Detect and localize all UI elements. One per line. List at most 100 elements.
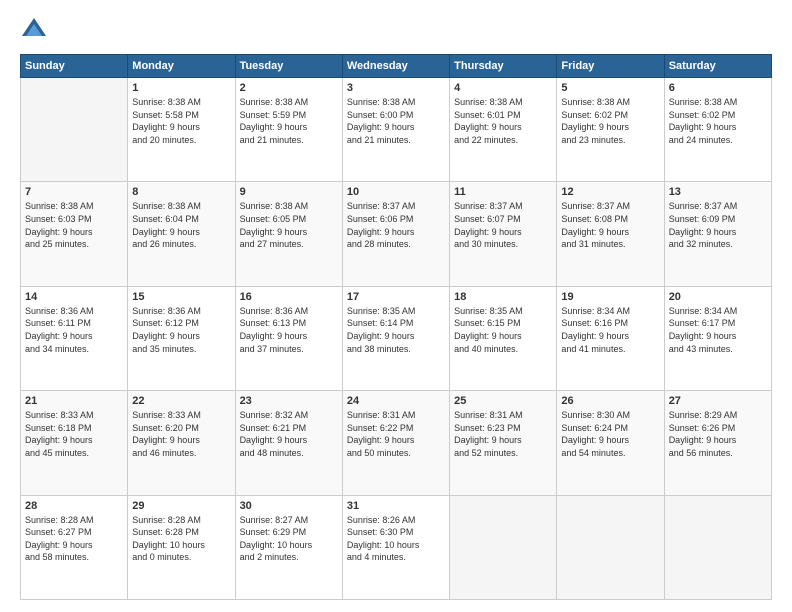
- day-cell: 3Sunrise: 8:38 AM Sunset: 6:00 PM Daylig…: [342, 78, 449, 182]
- day-cell: 26 Sunrise: 8:30 AM Sunset: 6:24 PM Dayli…: [557, 391, 664, 495]
- day-info: Sunrise: 8:37 AM Sunset: 6:08 PM Dayligh…: [561, 200, 659, 250]
- day-cell: 2 Sunrise: 8:38 AM Sunset: 5:59 PM Daylig…: [235, 78, 342, 182]
- day-number: 9: [240, 186, 338, 198]
- day-info: Sunrise: 8:31 AM Sunset: 6:22 PM Dayligh…: [347, 409, 445, 459]
- day-cell: 18 Sunrise: 8:35 AM Sunset: 6:15 PM Dayli…: [450, 286, 557, 390]
- day-info: Sunrise: 8:37 AM Sunset: 6:07 PM Dayligh…: [454, 200, 552, 250]
- day-info: Sunrise: 8:31 AM Sunset: 6:23 PM Dayligh…: [454, 409, 552, 459]
- logo-icon: [20, 16, 48, 44]
- day-number: 27: [669, 395, 767, 407]
- day-number: 1: [132, 82, 230, 94]
- day-info: Sunrise: 8:28 AM Sunset: 6:27 PM Dayligh…: [25, 514, 123, 564]
- header-cell-sunday: Sunday: [21, 55, 128, 78]
- day-cell: 8 Sunrise: 8:38 AM Sunset: 6:04 PM Daylig…: [128, 182, 235, 286]
- day-number: 11: [454, 186, 552, 198]
- week-row-3: 14 Sunrise: 8:36 AM Sunset: 6:11 PM Dayli…: [21, 286, 772, 390]
- day-info: Sunrise: 8:29 AM Sunset: 6:26 PM Dayligh…: [669, 409, 767, 459]
- day-info: Sunrise: 8:36 AM Sunset: 6:13 PM Dayligh…: [240, 305, 338, 355]
- day-info: Sunrise: 8:35 AM Sunset: 6:14 PM Dayligh…: [347, 305, 445, 355]
- day-info: Sunrise: 8:34 AM Sunset: 6:17 PM Dayligh…: [669, 305, 767, 355]
- calendar-table: SundayMondayTuesdayWednesdayThursdayFrid…: [20, 54, 772, 600]
- day-cell: 15 Sunrise: 8:36 AM Sunset: 6:12 PM Dayli…: [128, 286, 235, 390]
- day-number: 12: [561, 186, 659, 198]
- day-number: 25: [454, 395, 552, 407]
- day-number: 19: [561, 291, 659, 303]
- day-info: Sunrise: 8:37 AM Sunset: 6:09 PM Dayligh…: [669, 200, 767, 250]
- day-cell: 21Sunrise: 8:33 AM Sunset: 6:18 PM Dayli…: [21, 391, 128, 495]
- calendar-page: SundayMondayTuesdayWednesdayThursdayFrid…: [0, 0, 792, 612]
- day-info: Sunrise: 8:35 AM Sunset: 6:15 PM Dayligh…: [454, 305, 552, 355]
- header-cell-monday: Monday: [128, 55, 235, 78]
- day-number: 13: [669, 186, 767, 198]
- day-info: Sunrise: 8:32 AM Sunset: 6:21 PM Dayligh…: [240, 409, 338, 459]
- day-number: 18: [454, 291, 552, 303]
- day-info: Sunrise: 8:38 AM Sunset: 6:03 PM Dayligh…: [25, 200, 123, 250]
- day-info: Sunrise: 8:38 AM Sunset: 6:00 PM Dayligh…: [347, 96, 445, 146]
- day-info: Sunrise: 8:33 AM Sunset: 6:18 PM Dayligh…: [25, 409, 123, 459]
- day-number: 31: [347, 500, 445, 512]
- day-cell: 10Sunrise: 8:37 AM Sunset: 6:06 PM Dayli…: [342, 182, 449, 286]
- day-cell: 19 Sunrise: 8:34 AM Sunset: 6:16 PM Dayli…: [557, 286, 664, 390]
- day-number: 23: [240, 395, 338, 407]
- week-row-1: 1Sunrise: 8:38 AM Sunset: 5:58 PM Daylig…: [21, 78, 772, 182]
- header-cell-tuesday: Tuesday: [235, 55, 342, 78]
- day-cell: 27 Sunrise: 8:29 AM Sunset: 6:26 PM Dayli…: [664, 391, 771, 495]
- day-info: Sunrise: 8:38 AM Sunset: 6:04 PM Dayligh…: [132, 200, 230, 250]
- day-cell: 9 Sunrise: 8:38 AM Sunset: 6:05 PM Daylig…: [235, 182, 342, 286]
- day-info: Sunrise: 8:38 AM Sunset: 6:02 PM Dayligh…: [669, 96, 767, 146]
- day-cell: 4 Sunrise: 8:38 AM Sunset: 6:01 PM Daylig…: [450, 78, 557, 182]
- day-info: Sunrise: 8:38 AM Sunset: 6:05 PM Dayligh…: [240, 200, 338, 250]
- day-cell: 23 Sunrise: 8:32 AM Sunset: 6:21 PM Dayli…: [235, 391, 342, 495]
- day-info: Sunrise: 8:38 AM Sunset: 5:59 PM Dayligh…: [240, 96, 338, 146]
- week-row-4: 21Sunrise: 8:33 AM Sunset: 6:18 PM Dayli…: [21, 391, 772, 495]
- header-cell-thursday: Thursday: [450, 55, 557, 78]
- day-info: Sunrise: 8:27 AM Sunset: 6:29 PM Dayligh…: [240, 514, 338, 564]
- header-cell-saturday: Saturday: [664, 55, 771, 78]
- day-number: 2: [240, 82, 338, 94]
- day-cell: 29 Sunrise: 8:28 AM Sunset: 6:28 PM Dayli…: [128, 495, 235, 599]
- day-number: 15: [132, 291, 230, 303]
- logo: [20, 16, 52, 44]
- week-row-2: 7Sunrise: 8:38 AM Sunset: 6:03 PM Daylig…: [21, 182, 772, 286]
- day-cell: 24 Sunrise: 8:31 AM Sunset: 6:22 PM Dayli…: [342, 391, 449, 495]
- day-info: Sunrise: 8:33 AM Sunset: 6:20 PM Dayligh…: [132, 409, 230, 459]
- day-cell: 17 Sunrise: 8:35 AM Sunset: 6:14 PM Dayli…: [342, 286, 449, 390]
- day-number: 14: [25, 291, 123, 303]
- day-number: 6: [669, 82, 767, 94]
- day-number: 24: [347, 395, 445, 407]
- day-info: Sunrise: 8:38 AM Sunset: 6:02 PM Dayligh…: [561, 96, 659, 146]
- day-info: Sunrise: 8:37 AM Sunset: 6:06 PM Dayligh…: [347, 200, 445, 250]
- day-number: 16: [240, 291, 338, 303]
- day-cell: 7Sunrise: 8:38 AM Sunset: 6:03 PM Daylig…: [21, 182, 128, 286]
- day-info: Sunrise: 8:30 AM Sunset: 6:24 PM Dayligh…: [561, 409, 659, 459]
- day-cell: [21, 78, 128, 182]
- day-cell: 5 Sunrise: 8:38 AM Sunset: 6:02 PM Daylig…: [557, 78, 664, 182]
- day-cell: 13 Sunrise: 8:37 AM Sunset: 6:09 PM Dayli…: [664, 182, 771, 286]
- week-row-5: 28Sunrise: 8:28 AM Sunset: 6:27 PM Dayli…: [21, 495, 772, 599]
- day-info: Sunrise: 8:34 AM Sunset: 6:16 PM Dayligh…: [561, 305, 659, 355]
- day-info: Sunrise: 8:38 AM Sunset: 6:01 PM Dayligh…: [454, 96, 552, 146]
- day-cell: 20 Sunrise: 8:34 AM Sunset: 6:17 PM Dayli…: [664, 286, 771, 390]
- day-cell: [450, 495, 557, 599]
- day-info: Sunrise: 8:26 AM Sunset: 6:30 PM Dayligh…: [347, 514, 445, 564]
- day-cell: 16 Sunrise: 8:36 AM Sunset: 6:13 PM Dayli…: [235, 286, 342, 390]
- day-number: 8: [132, 186, 230, 198]
- day-number: 22: [132, 395, 230, 407]
- header-cell-friday: Friday: [557, 55, 664, 78]
- day-cell: 25 Sunrise: 8:31 AM Sunset: 6:23 PM Dayli…: [450, 391, 557, 495]
- header-row: SundayMondayTuesdayWednesdayThursdayFrid…: [21, 55, 772, 78]
- day-number: 30: [240, 500, 338, 512]
- day-number: 29: [132, 500, 230, 512]
- day-cell: 14 Sunrise: 8:36 AM Sunset: 6:11 PM Dayli…: [21, 286, 128, 390]
- day-info: Sunrise: 8:36 AM Sunset: 6:11 PM Dayligh…: [25, 305, 123, 355]
- day-cell: 12 Sunrise: 8:37 AM Sunset: 6:08 PM Dayli…: [557, 182, 664, 286]
- day-number: 26: [561, 395, 659, 407]
- header-cell-wednesday: Wednesday: [342, 55, 449, 78]
- day-number: 4: [454, 82, 552, 94]
- day-cell: 31 Sunrise: 8:26 AM Sunset: 6:30 PM Dayli…: [342, 495, 449, 599]
- day-info: Sunrise: 8:36 AM Sunset: 6:12 PM Dayligh…: [132, 305, 230, 355]
- day-number: 5: [561, 82, 659, 94]
- day-number: 20: [669, 291, 767, 303]
- day-info: Sunrise: 8:28 AM Sunset: 6:28 PM Dayligh…: [132, 514, 230, 564]
- day-number: 17: [347, 291, 445, 303]
